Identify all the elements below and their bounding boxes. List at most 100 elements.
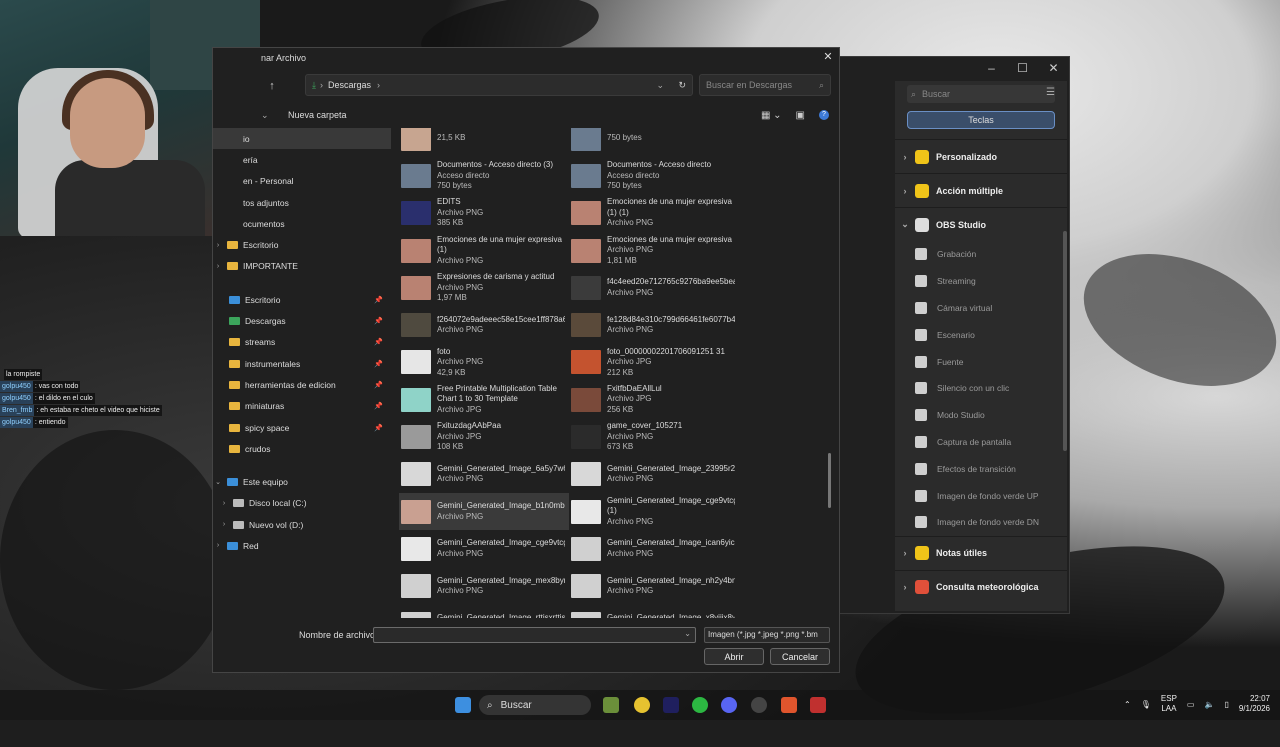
- chevron-right-icon[interactable]: ›: [895, 152, 915, 162]
- obs-action-item[interactable]: Silencio con un clic: [895, 375, 1067, 402]
- file-item[interactable]: Gemini_Generated_Image_cge9vtcge9vtcge9A…: [399, 530, 569, 567]
- file-item[interactable]: FxitfbDaEAllLul Archivo JPG 256 KB: [569, 381, 739, 418]
- open-button[interactable]: Abrir: [704, 648, 764, 665]
- minimize-icon[interactable]: –: [976, 61, 1007, 75]
- obs-action-item[interactable]: Streaming: [895, 268, 1067, 295]
- maximize-icon[interactable]: ☐: [1007, 61, 1038, 75]
- obs-action-item[interactable]: Imagen de fondo verde DN: [895, 509, 1067, 536]
- file-item[interactable]: game_cover_105271 Archivo PNG 673 KB: [569, 418, 739, 455]
- new-folder-button[interactable]: Nueva carpeta: [288, 110, 347, 120]
- file-item[interactable]: FxituzdagAAbPaa Archivo JPG 108 KB: [399, 418, 569, 455]
- quick-access-item[interactable]: instrumentales 📌: [213, 353, 391, 374]
- refresh-icon[interactable]: ↻: [678, 80, 686, 91]
- close-icon[interactable]: ✕: [1038, 61, 1069, 75]
- nav-item[interactable]: › Escritorio: [213, 234, 391, 255]
- obs-action-item[interactable]: Escenario: [895, 321, 1067, 348]
- this-pc-item[interactable]: › Disco local (C:): [213, 493, 391, 514]
- chevron-up-icon[interactable]: ⌃: [1124, 700, 1131, 709]
- chevron-down-icon[interactable]: ⌄: [656, 80, 664, 91]
- pin-icon[interactable]: 📌: [374, 317, 383, 325]
- quick-access-item[interactable]: Escritorio 📌: [213, 289, 391, 310]
- obs-action-item[interactable]: Captura de pantalla: [895, 429, 1067, 456]
- pin-icon[interactable]: 📌: [374, 381, 383, 389]
- obs-action-item[interactable]: Fuente: [895, 348, 1067, 375]
- file-item[interactable]: foto_00000002201706091251 31 Archivo JPG 2…: [569, 344, 739, 381]
- file-item[interactable]: Gemini_Generated_Image_cge9vtcge9vtcge9 …: [569, 493, 739, 530]
- pin-icon[interactable]: 📌: [374, 296, 383, 304]
- pin-icon[interactable]: 📌: [374, 424, 383, 432]
- app-icon[interactable]: [603, 697, 619, 713]
- filename-input[interactable]: ⌄: [373, 627, 696, 643]
- help-icon[interactable]: ?: [819, 109, 829, 120]
- file-item[interactable]: Documentos - Acceso directo Acceso direct…: [569, 157, 739, 194]
- nav-item[interactable]: ería: [213, 149, 391, 170]
- panel-category[interactable]: › Personalizado: [895, 139, 1067, 173]
- nav-item[interactable]: ocumentos: [213, 213, 391, 234]
- up-arrow-icon[interactable]: ↑: [261, 80, 283, 92]
- taskbar-search[interactable]: ⌕ Buscar: [479, 695, 591, 715]
- address-bar[interactable]: ⤓ › Descargas › ⌄ ↻: [305, 74, 693, 96]
- chevron-down-icon[interactable]: ⌄: [261, 110, 269, 121]
- search-input[interactable]: Buscar en Descargas ⌕: [699, 74, 831, 96]
- nav-item[interactable]: en - Personal: [213, 171, 391, 192]
- language-indicator[interactable]: ESP LAA: [1161, 694, 1177, 714]
- chevron-right-icon[interactable]: ›: [895, 186, 915, 196]
- chevron-down-icon[interactable]: ⌄: [684, 629, 691, 638]
- quick-access-item[interactable]: herramientas de edicion 📌: [213, 374, 391, 395]
- chrome-icon[interactable]: [634, 697, 650, 713]
- panel-category[interactable]: › Acción múltiple: [895, 173, 1067, 207]
- view-options-icon[interactable]: ▦ ⌄: [761, 110, 782, 121]
- panel-category[interactable]: › Notas útiles: [895, 535, 1067, 570]
- this-pc-item[interactable]: ⌄ Este equipo: [213, 471, 391, 492]
- file-item[interactable]: Gemini_Generated_Image_nh2y4bnh2y4bnh2yA…: [569, 568, 739, 605]
- discord-icon[interactable]: [721, 697, 737, 713]
- obs-action-item[interactable]: Modo Studio: [895, 402, 1067, 429]
- app-red-icon[interactable]: [810, 697, 826, 713]
- volume-icon[interactable]: 🔈: [1204, 700, 1214, 709]
- nav-item[interactable]: io: [213, 128, 391, 150]
- file-item[interactable]: 750 bytes: [569, 128, 739, 157]
- premiere-icon[interactable]: [663, 697, 679, 713]
- pin-icon[interactable]: 📌: [374, 360, 383, 368]
- battery-icon[interactable]: ▯: [1224, 700, 1228, 709]
- file-item[interactable]: Free Printable Multiplication Table Char…: [399, 381, 569, 418]
- obs-action-item[interactable]: Grabación: [895, 241, 1067, 268]
- brave-icon[interactable]: [781, 697, 797, 713]
- file-item[interactable]: Gemini_Generated_Image_rttjsxrttjsxrttjA…: [399, 605, 569, 618]
- close-icon[interactable]: ✕: [821, 50, 835, 64]
- chevron-right-icon[interactable]: ›: [895, 582, 915, 592]
- file-item[interactable]: f4c4eed20e712765c9276ba9ee5bea76 Archivo …: [569, 269, 739, 306]
- chevron-right-icon[interactable]: ›: [895, 548, 915, 558]
- file-item[interactable]: Gemini_Generated_Image_mex8bymex8bymex8A…: [399, 568, 569, 605]
- file-item[interactable]: foto Archivo PNG 42,9 KB: [399, 344, 569, 381]
- file-item[interactable]: Emociones de una mujer expresiva (1) (1)…: [569, 195, 739, 232]
- file-item[interactable]: f264072e9adeeec58e15cee1ff878a6a.466x466…: [399, 306, 569, 343]
- quick-access-item[interactable]: spicy space 📌: [213, 417, 391, 438]
- chevron-down-icon[interactable]: ⌄: [895, 219, 915, 230]
- quick-access-item[interactable]: streams 📌: [213, 332, 391, 353]
- obs-action-item[interactable]: Efectos de transición: [895, 455, 1067, 482]
- cancel-button[interactable]: Cancelar: [770, 648, 830, 665]
- file-item[interactable]: Emociones de una mujer expresiva Archivo …: [569, 232, 739, 269]
- quick-access-item[interactable]: crudos: [213, 438, 391, 459]
- file-list-scrollbar[interactable]: [828, 453, 831, 508]
- obs-action-item[interactable]: Cámara virtual: [895, 295, 1067, 322]
- file-item[interactable]: Expresiones de carisma y actitud Archivo …: [399, 269, 569, 306]
- this-pc-item[interactable]: › Nuevo vol (D:): [213, 514, 391, 535]
- file-item[interactable]: Gemini_Generated_Image_b1n0mb1n0mb1n0Arc…: [399, 492, 569, 531]
- network-icon[interactable]: ▭: [1187, 700, 1195, 709]
- start-icon[interactable]: [455, 697, 471, 713]
- chevron-right-icon[interactable]: ›: [213, 542, 223, 549]
- file-item[interactable]: 21,5 KB: [399, 128, 569, 157]
- preview-pane-icon[interactable]: ▣: [796, 110, 805, 121]
- file-item[interactable]: Gemini_Generated_Image_ican6yican6yicanA…: [569, 530, 739, 567]
- file-item[interactable]: Gemini_Generated_Image_6a5y7w6a5y7w6a5yA…: [399, 456, 569, 493]
- panel-scrollbar[interactable]: [1063, 231, 1067, 451]
- file-item[interactable]: Emociones de una mujer expresiva (1) Arch…: [399, 232, 569, 269]
- pin-icon[interactable]: 📌: [374, 402, 383, 410]
- chevron-right-icon[interactable]: ›: [213, 242, 223, 249]
- chevron-right-icon[interactable]: ›: [213, 263, 223, 270]
- quick-access-item[interactable]: Descargas 📌: [213, 310, 391, 331]
- tab-teclas[interactable]: Teclas: [907, 111, 1055, 129]
- chevron-right-icon[interactable]: ›: [219, 521, 229, 528]
